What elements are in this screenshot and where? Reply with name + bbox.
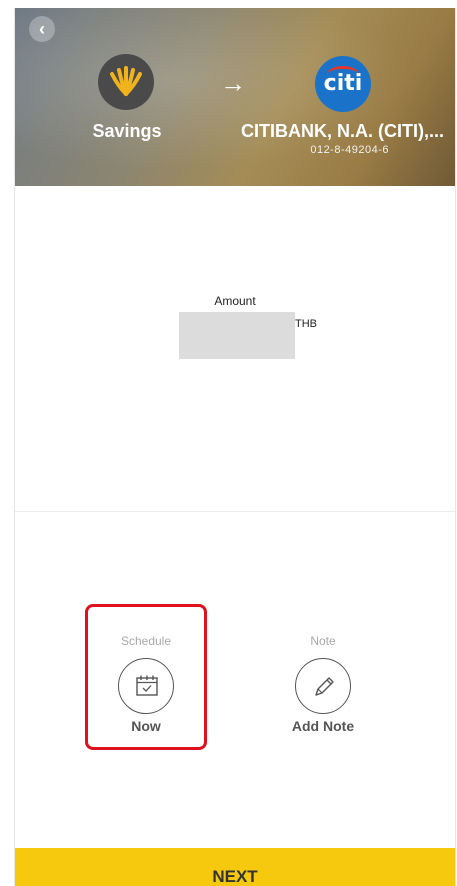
amount-label: Amount xyxy=(214,294,256,308)
note-value[interactable]: Add Note xyxy=(273,718,373,734)
next-button[interactable]: NEXT xyxy=(15,848,455,886)
schedule-button[interactable] xyxy=(118,658,174,714)
pencil-icon xyxy=(315,677,334,696)
calendar-icon xyxy=(136,675,158,696)
divider xyxy=(15,511,455,512)
transfer-header: ‹ → citi Savings CITIBANK, N.A. (CITI),.… xyxy=(15,8,455,186)
amount-input[interactable] xyxy=(179,312,295,359)
citi-logo-icon: citi xyxy=(315,56,371,112)
back-button[interactable]: ‹ xyxy=(29,16,55,42)
transfer-arrow-icon: → xyxy=(220,68,246,98)
currency-label: THB xyxy=(295,318,317,330)
note-label: Note xyxy=(310,634,336,648)
krungsri-logo-icon xyxy=(98,54,154,110)
to-bank-name: CITIBANK, N.A. (CITI),... xyxy=(241,121,444,141)
transfer-screen: ‹ → citi Savings CITIBANK, N.A. (CITI),.… xyxy=(14,8,456,886)
chevron-left-icon: ‹ xyxy=(39,19,45,39)
add-note-button[interactable] xyxy=(295,658,351,714)
schedule-label: Schedule xyxy=(120,634,172,648)
schedule-value[interactable]: Now xyxy=(96,718,196,734)
from-account-name: Savings xyxy=(92,121,162,141)
to-account-number: 012-8-49204-6 xyxy=(310,144,389,156)
